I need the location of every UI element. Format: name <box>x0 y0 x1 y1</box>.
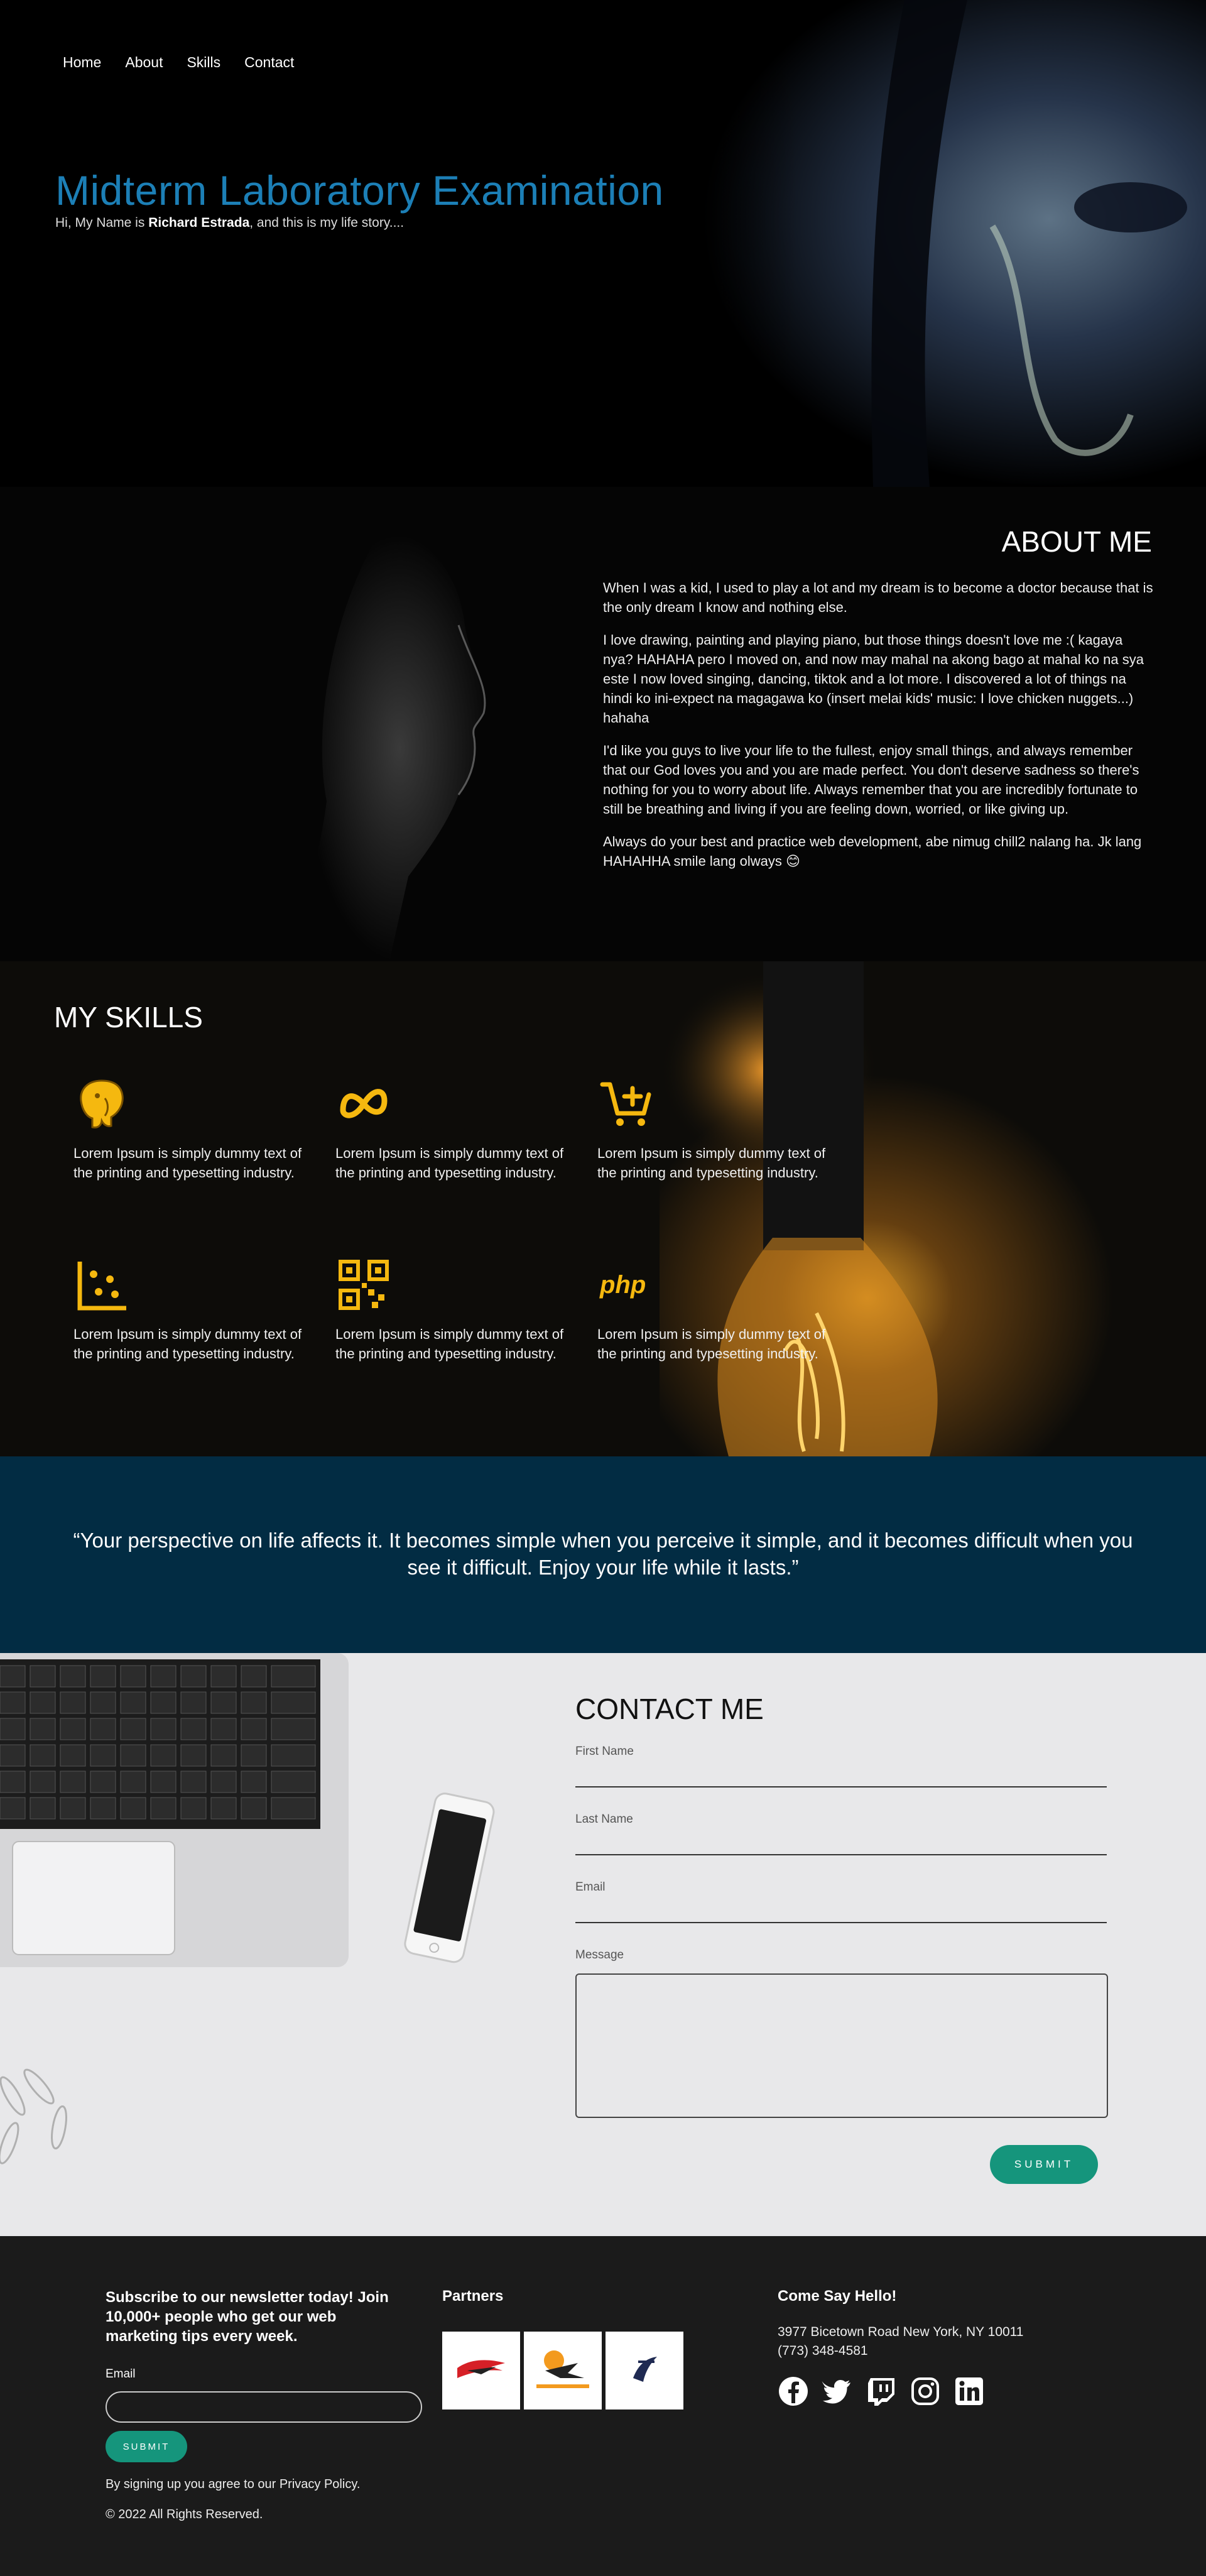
postgresql-icon <box>80 1079 124 1128</box>
contact-submit-button[interactable]: SUBMIT <box>990 2145 1098 2184</box>
email-label: Email <box>575 1880 606 1894</box>
partner-logo-3[interactable] <box>606 2332 683 2410</box>
skill-item: php Lorem Ipsum is simply dummy text of … <box>597 1257 830 1363</box>
newsletter-email-input[interactable] <box>106 2391 422 2423</box>
contact-section: CONTACT ME First Name Last Name Email Me… <box>0 1653 1206 2236</box>
meta-infinity-icon <box>340 1089 388 1118</box>
newsletter-submit-button[interactable]: SUBMIT <box>106 2431 187 2462</box>
quote-section: “Your perspective on life affects it. It… <box>0 1456 1206 1653</box>
about-portrait-image <box>220 499 546 961</box>
skill-item: Lorem Ipsum is simply dummy text of the … <box>73 1076 306 1182</box>
php-icon: php <box>599 1271 646 1299</box>
about-title: ABOUT ME <box>1001 525 1152 558</box>
cart-plus-icon <box>600 1082 651 1126</box>
sundirect-logo <box>536 2350 589 2388</box>
laptop-desk-image <box>0 1653 565 2236</box>
hero-section: Home About Skills Contact Midterm Labora… <box>0 0 1206 487</box>
lightbulb-image <box>660 961 1206 1456</box>
nav-skills-link[interactable]: Skills <box>187 54 220 71</box>
last-name-label: Last Name <box>575 1813 633 1826</box>
skills-section: MY SKILLS Lorem Ipsum is simply dummy te… <box>0 961 1206 1456</box>
page: Home About Skills Contact Midterm Labora… <box>0 0 1206 2576</box>
about-paragraph: Always do your best and practice web dev… <box>603 834 1142 869</box>
skill-description: Lorem Ipsum is simply dummy text of the … <box>597 1145 826 1181</box>
partner-3-logo <box>633 2357 657 2382</box>
newsletter-title: Subscribe to our newsletter today! Join … <box>106 2289 389 2345</box>
contact-title: CONTACT ME <box>575 1693 764 1725</box>
message-label: Message <box>575 1948 624 1962</box>
privacy-note: By signing up you agree to our Privacy P… <box>106 2477 361 2491</box>
first-name-label: First Name <box>575 1745 634 1758</box>
hero-portrait-image <box>578 0 1206 487</box>
partner-logo-ready-freight[interactable] <box>442 2332 520 2410</box>
first-name-field[interactable] <box>575 1760 1107 1787</box>
skill-description: Lorem Ipsum is simply dummy text of the … <box>335 1326 564 1362</box>
skill-item: Lorem Ipsum is simply dummy text of the … <box>335 1076 568 1182</box>
email-field[interactable] <box>575 1896 1107 1923</box>
newsletter-email-label: Email <box>106 2367 136 2381</box>
twitch-icon[interactable] <box>866 2376 897 2407</box>
skill-item: Lorem Ipsum is simply dummy text of the … <box>597 1076 830 1182</box>
about-text: When I was a kid, I used to play a lot a… <box>603 578 1156 884</box>
linkedin-icon[interactable] <box>953 2376 985 2407</box>
quote-text: “Your perspective on life affects it. It… <box>73 1529 1133 1579</box>
hero-subtitle: Hi, My Name is Richard Estrada, and this… <box>55 216 404 231</box>
skill-description: Lorem Ipsum is simply dummy text of the … <box>73 1145 302 1181</box>
partner-logo-sundirect[interactable] <box>524 2332 602 2410</box>
about-paragraph: I'd like you guys to live your life to t… <box>603 743 1139 817</box>
ready-freight-logo <box>457 2360 505 2378</box>
php-icon-label: php <box>599 1271 646 1299</box>
facebook-icon[interactable] <box>778 2376 809 2407</box>
hero-name: Richard Estrada <box>148 216 250 230</box>
main-nav: Home About Skills Contact <box>63 54 318 71</box>
hero-subtitle-suffix: , and this is my life story.... <box>249 216 405 230</box>
nav-about-link[interactable]: About <box>125 54 163 71</box>
phone-text: (773) 348-4581 <box>778 2344 868 2358</box>
about-section: ABOUT ME When I was a kid, I used to pla… <box>0 487 1206 961</box>
page-title: Midterm Laboratory Examination <box>55 167 664 214</box>
partners-title: Partners <box>442 2288 504 2305</box>
skill-item: Lorem Ipsum is simply dummy text of the … <box>335 1257 568 1363</box>
instagram-icon[interactable] <box>910 2376 941 2407</box>
nav-home-link[interactable]: Home <box>63 54 101 71</box>
address-text: 3977 Bicetown Road New York, NY 10011 <box>778 2325 1024 2339</box>
about-paragraph: When I was a kid, I used to play a lot a… <box>603 580 1153 615</box>
nav-contact-link[interactable]: Contact <box>244 54 294 71</box>
site-footer: Subscribe to our newsletter today! Join … <box>0 2236 1206 2576</box>
say-hello-title: Come Say Hello! <box>778 2288 897 2305</box>
hero-subtitle-prefix: Hi, My Name is <box>55 216 149 230</box>
message-field[interactable] <box>575 1973 1108 2118</box>
skill-item: Lorem Ipsum is simply dummy text of the … <box>73 1257 306 1363</box>
copyright-text: © 2022 All Rights Reserved. <box>106 2508 263 2521</box>
skills-title: MY SKILLS <box>54 1001 203 1034</box>
last-name-field[interactable] <box>575 1828 1107 1855</box>
about-paragraph: I love drawing, painting and playing pia… <box>603 632 1144 726</box>
qr-code-icon <box>339 1260 389 1310</box>
twitter-icon[interactable] <box>822 2376 853 2407</box>
skill-description: Lorem Ipsum is simply dummy text of the … <box>73 1326 302 1362</box>
skill-description: Lorem Ipsum is simply dummy text of the … <box>597 1326 826 1362</box>
scatter-chart-icon <box>77 1262 126 1311</box>
social-links <box>778 2376 985 2407</box>
skill-description: Lorem Ipsum is simply dummy text of the … <box>335 1145 564 1181</box>
